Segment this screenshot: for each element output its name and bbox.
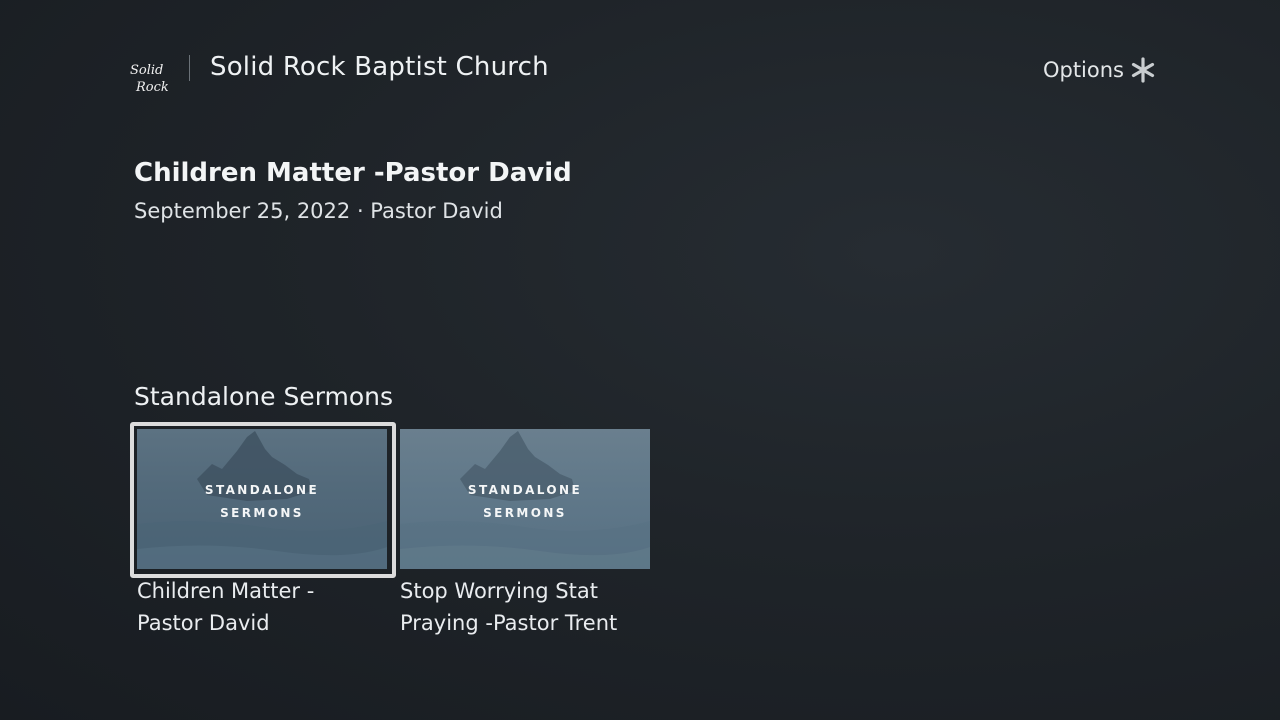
row-title: Standalone Sermons (134, 382, 394, 411)
church-logo-mark: Solid Rock (130, 63, 169, 95)
thumbnail-caption-line1: STANDALONE (467, 483, 583, 497)
thumbnail-caption: STANDALONE SERMONS (137, 479, 387, 525)
sermon-thumbnail: STANDALONE SERMONS (400, 429, 650, 569)
thumbnail-caption-line1: STANDALONE (204, 483, 320, 497)
sermon-card-label: Children Matter - Pastor David (137, 579, 315, 635)
thumbnail-caption: STANDALONE SERMONS (400, 479, 650, 525)
app-title: Solid Rock Baptist Church (210, 52, 549, 82)
church-logo: Solid Rock (128, 58, 169, 98)
options-button[interactable]: Options (1043, 57, 1156, 83)
sermon-meta: September 25, 2022 · Pastor David (134, 199, 503, 223)
sermon-card-children-matter[interactable]: STANDALONE SERMONS Children Matter - Pas… (130, 422, 396, 639)
svg-text:Rock: Rock (135, 80, 168, 95)
options-label: Options (1042, 58, 1124, 82)
sermon-card-stop-worrying[interactable]: STANDALONE SERMONS Stop Worrying Stat Pr… (400, 429, 650, 639)
svg-text:Solid: Solid (130, 63, 163, 78)
asterisk-icon (1130, 57, 1156, 83)
header-divider (189, 55, 190, 81)
sermon-card-label: Stop Worrying Stat Praying -Pastor Trent (400, 579, 618, 635)
thumbnail-caption-line2: SERMONS (220, 506, 304, 520)
sermon-title: Children Matter -Pastor David (134, 158, 572, 188)
sermon-thumbnail: STANDALONE SERMONS (137, 429, 387, 569)
thumbnail-caption-line2: SERMONS (483, 506, 567, 520)
